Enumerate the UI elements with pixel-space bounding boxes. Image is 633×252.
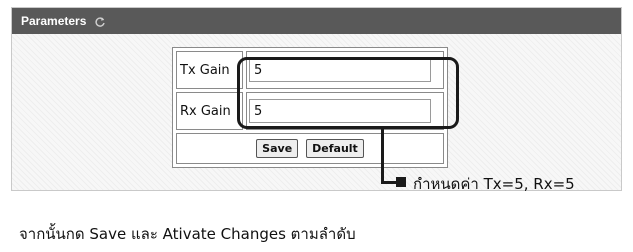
callout-text: กำหนดค่า Tx=5, Rx=5 [413, 175, 575, 193]
callout-highlight-box [237, 57, 459, 129]
default-button[interactable]: Default [306, 139, 364, 158]
save-button[interactable]: Save [256, 139, 299, 158]
callout-marker [396, 177, 406, 187]
tx-gain-label: Tx Gain [176, 51, 243, 89]
rx-gain-label: Rx Gain [176, 92, 243, 130]
refresh-icon[interactable] [94, 15, 106, 27]
panel-header: Parameters [12, 8, 621, 34]
callout-connector-vertical [381, 129, 384, 184]
instruction-text: จากนั้นกด Save และ Ativate Changes ตามลำ… [19, 225, 356, 243]
panel-title: Parameters [21, 14, 87, 28]
button-cell: Save Default [176, 133, 444, 164]
button-row: Save Default [176, 133, 444, 164]
